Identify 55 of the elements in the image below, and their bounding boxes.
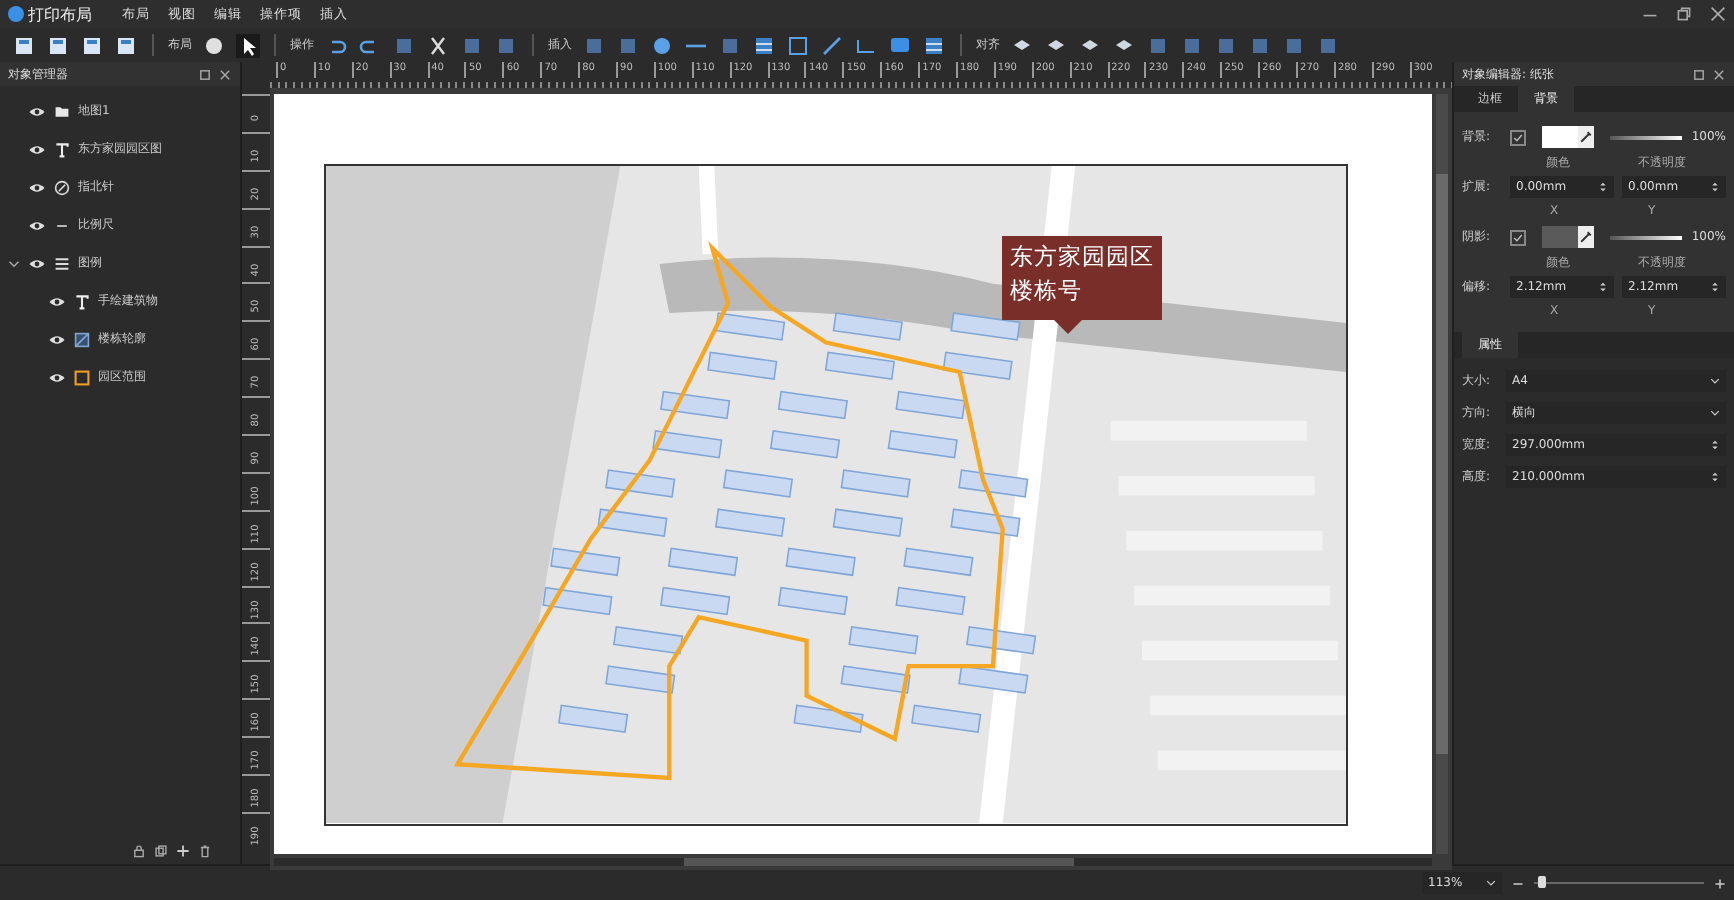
note-icon[interactable]: [888, 33, 912, 57]
callout-pointer-icon: [1054, 320, 1082, 334]
checkbox[interactable]: [1510, 229, 1526, 245]
restore-icon[interactable]: [1676, 6, 1692, 22]
checkbox[interactable]: [1510, 129, 1526, 145]
eye-icon[interactable]: [28, 219, 46, 231]
compass-icon: [54, 179, 70, 195]
copy-icon[interactable]: [154, 843, 168, 857]
color-swatch[interactable]: [1542, 226, 1578, 248]
pen-icon[interactable]: [820, 33, 844, 57]
zoom-out-icon[interactable]: [1512, 877, 1524, 889]
chevron-down-icon[interactable]: [1486, 876, 1496, 890]
folder-icon: [54, 103, 70, 119]
window-title: 打印布局: [28, 3, 92, 25]
color-swatch[interactable]: [1542, 126, 1578, 148]
text-icon: [54, 141, 70, 157]
trash-icon[interactable]: [198, 843, 212, 857]
zoom-in-icon[interactable]: [1714, 877, 1726, 889]
callout-label: 东方家园园区 楼栋号: [1002, 236, 1162, 334]
eye-icon[interactable]: [48, 333, 66, 345]
spinner-arrows-icon[interactable]: [1598, 280, 1608, 294]
spinner-arrows-icon[interactable]: [1598, 180, 1608, 194]
circle-icon[interactable]: [650, 33, 674, 57]
scrollbar-thumb[interactable]: [684, 857, 1074, 866]
close-icon[interactable]: [218, 67, 232, 81]
add-icon[interactable]: [176, 843, 190, 857]
close-icon[interactable]: [1712, 67, 1726, 81]
chevron-down-icon[interactable]: [1710, 374, 1720, 388]
lock-icon[interactable]: [132, 843, 146, 857]
float-icon[interactable]: [198, 67, 212, 81]
chevron-down-icon[interactable]: [8, 257, 20, 269]
spinner-arrows-icon[interactable]: [1710, 470, 1720, 484]
list-icon: [54, 255, 70, 271]
eye-icon[interactable]: [48, 371, 66, 383]
pointer-icon[interactable]: [236, 33, 260, 57]
hatched-square-icon: [74, 331, 90, 347]
list-icon[interactable]: [752, 33, 776, 57]
eye-icon[interactable]: [28, 181, 46, 193]
float-icon[interactable]: [1692, 67, 1706, 81]
cut-icon[interactable]: [426, 33, 450, 57]
chevron-down-icon[interactable]: [1710, 406, 1720, 420]
rect-icon[interactable]: [786, 33, 810, 57]
spinner-arrows-icon[interactable]: [1710, 280, 1720, 294]
eye-icon[interactable]: [28, 105, 46, 117]
scrollbar-thumb[interactable]: [1436, 174, 1448, 754]
spinner-arrows-icon[interactable]: [1710, 438, 1720, 452]
spinner-arrows-icon[interactable]: [1710, 180, 1720, 194]
text-icon: [74, 293, 90, 309]
eye-icon[interactable]: [28, 143, 46, 155]
eyedropper-icon[interactable]: [1578, 226, 1594, 248]
eyedropper-icon[interactable]: [1578, 126, 1594, 148]
close-icon[interactable]: [1710, 6, 1726, 22]
app-logo-icon: [8, 6, 24, 22]
eye-icon[interactable]: [28, 257, 46, 269]
eye-icon[interactable]: [48, 295, 66, 307]
